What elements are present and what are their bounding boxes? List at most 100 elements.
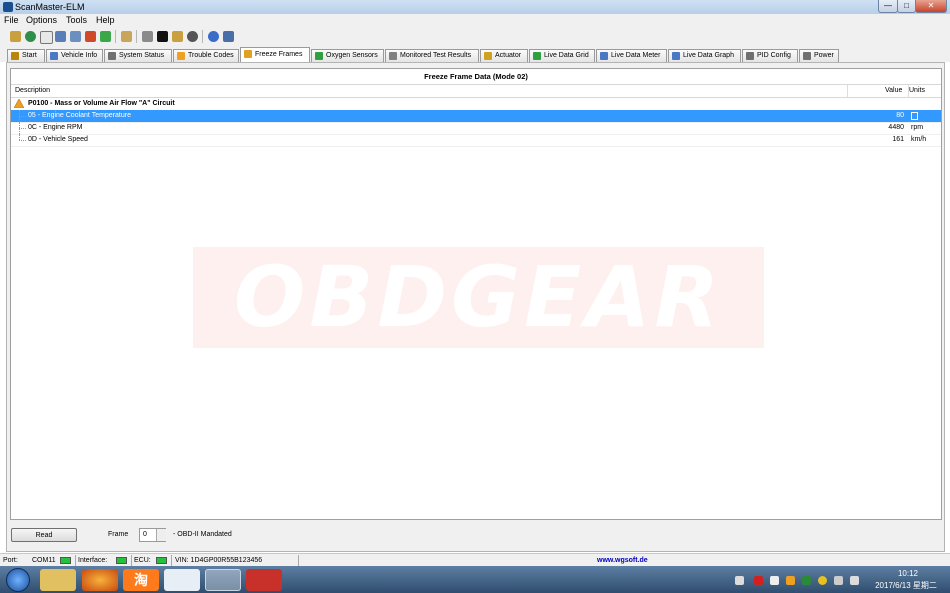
status-bar: Port: COM11 Interface: ECU: VIN: 1D4GP00… [0,553,950,567]
chart-icon[interactable] [70,31,81,42]
column-header-description[interactable]: Description [15,85,50,97]
tree-line [19,116,26,117]
tab-actuator[interactable]: Actuator [480,49,528,62]
frame-value: 0 [143,531,147,538]
ecu-status-led [156,557,167,564]
grid-icon[interactable] [55,31,66,42]
column-header-units[interactable]: Units [909,85,925,97]
tab-live-data-meter[interactable]: Live Data Meter [596,49,667,62]
tab-live-data-graph[interactable]: Live Data Graph [668,49,741,62]
menu-help[interactable]: Help [96,15,115,25]
toolbar-separator [136,30,137,43]
globe-icon[interactable] [25,31,36,42]
menu-tools[interactable]: Tools [66,15,87,25]
alert-icon[interactable] [786,576,795,585]
shield-icon[interactable] [770,576,779,585]
watermark-text: OBDGEAR [233,248,724,346]
start-orb-icon[interactable] [6,568,30,592]
update-icon[interactable] [818,576,827,585]
security-icon[interactable] [802,576,811,585]
tab-monitored-test-results[interactable]: Monitored Test Results [385,49,479,62]
grid-title: Freeze Frame Data (Mode 02) [11,69,941,85]
app-icon[interactable] [164,569,200,591]
grid-icon [108,52,116,60]
status-divider [298,555,299,566]
clipboard-icon[interactable] [121,31,132,42]
tab-label: Vehicle Info [61,52,98,59]
menu-options[interactable]: Options [26,15,57,25]
tab-label: Actuator [495,52,522,59]
chip-icon[interactable] [142,31,153,42]
close-button[interactable]: ✕ [915,0,947,13]
book-icon[interactable] [223,31,234,42]
taobao-icon[interactable]: 淘 [123,569,159,591]
keyboard-icon[interactable] [735,576,744,585]
column-header-row: Description Value Units [11,85,941,98]
tab-trouble-codes[interactable]: Trouble Codes [173,49,239,62]
info-icon [50,52,58,60]
menu-file[interactable]: File [4,15,19,25]
tab-live-data-grid[interactable]: Live Data Grid [529,49,595,62]
power-icon [803,52,811,60]
tab-system-status[interactable]: System Status [104,49,172,62]
interface-status-led [116,557,127,564]
row-unit: km/h [911,136,927,143]
tab-label: System Status [119,52,165,59]
explorer-icon[interactable] [40,569,76,591]
read-button[interactable]: Read [11,528,77,542]
column-header-value[interactable]: Value [885,85,902,97]
tab-power[interactable]: Power [799,49,839,62]
tab-start[interactable]: Start [7,49,45,62]
network-icon[interactable] [834,576,843,585]
firefox-icon[interactable] [82,569,118,591]
toolbar-separator [202,30,203,43]
spinner-arrows-icon[interactable] [156,529,166,541]
graph-icon [672,52,680,60]
tab-pid-config[interactable]: PID Config [742,49,798,62]
tab-oxygen-sensors[interactable]: Oxygen Sensors [311,49,384,62]
tab-label: Power [814,52,834,59]
tab-label: Oxygen Sensors [326,52,378,59]
row-description: 05 - Engine Coolant Temperature [28,112,131,119]
frame-label: Frame [108,531,129,538]
tab-vehicle-info[interactable]: Vehicle Info [46,49,103,62]
row-value: 161 [892,136,904,143]
list-icon[interactable] [85,31,96,42]
taskbar: 淘 10:12 2017/6/13 星期二 [0,566,950,593]
minimize-button[interactable]: — [878,0,898,13]
maximize-button[interactable]: □ [897,0,916,13]
usb-icon[interactable] [205,569,241,591]
tab-label: Live Data Graph [683,52,734,59]
thermometer-icon [911,112,918,120]
row-unit: rpm [911,124,924,131]
info-icon[interactable] [208,31,219,42]
tab-label: Monitored Test Results [400,52,472,59]
toolbar-separator [115,30,116,43]
hand-icon [11,52,19,60]
warning-icon [177,52,185,60]
tree-line [19,140,26,141]
row-value: 4480 [888,124,904,131]
meter-icon [600,52,608,60]
toolbox-icon[interactable] [246,569,282,591]
page-icon[interactable] [40,31,53,44]
menu-bar: File Options Tools Help [0,14,950,28]
tab-label: PID Config [757,52,791,59]
plug-icon[interactable] [172,31,183,42]
tab-freeze-frames[interactable]: Freeze Frames [240,47,310,62]
clock-date[interactable]: 2017/6/13 星期二 [866,580,946,591]
table-row[interactable]: 0D - Vehicle Speed 161 km/h [11,134,941,147]
frame-spinner[interactable]: 0 [139,528,166,542]
disk-icon[interactable] [187,31,198,42]
actuator-icon [484,52,492,60]
warning-icon [14,99,24,108]
volume-icon[interactable] [850,576,859,585]
clock-time[interactable]: 10:12 [878,569,938,578]
monitor-icon[interactable] [157,31,168,42]
port-status-led [60,557,71,564]
tab-label: Freeze Frames [255,51,303,58]
flower-icon[interactable] [100,31,111,42]
pdf-icon[interactable] [754,576,763,585]
wand-icon[interactable] [10,31,21,42]
frame-note: - OBD-II Mandated [173,531,232,538]
